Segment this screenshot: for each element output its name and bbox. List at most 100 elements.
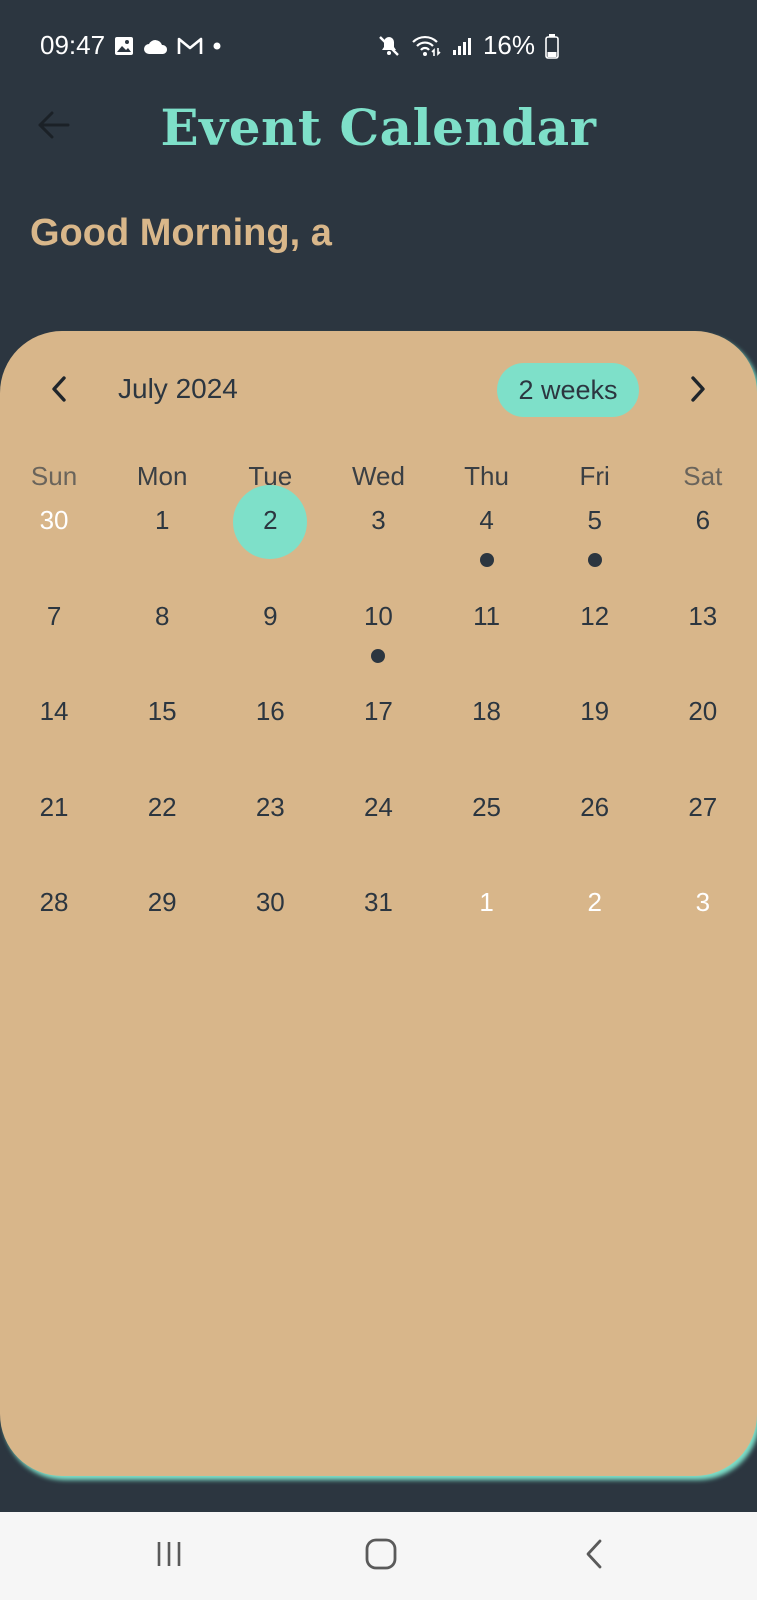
battery-icon bbox=[545, 33, 559, 59]
day-cell[interactable]: 19 bbox=[541, 682, 649, 778]
page-title: Event Calendar bbox=[160, 98, 597, 157]
week-row: 21 22 23 24 25 26 27 bbox=[0, 778, 757, 874]
day-number: 2 bbox=[587, 887, 602, 917]
week-row: 30 1 2 3 4 5 6 bbox=[0, 485, 757, 587]
chevron-right-icon bbox=[688, 375, 708, 408]
day-cell[interactable]: 1 bbox=[108, 491, 216, 587]
day-cell[interactable]: 30 bbox=[0, 491, 108, 587]
day-number: 3 bbox=[371, 505, 386, 535]
calendar-header: July 2024 2 weeks bbox=[0, 331, 757, 451]
day-number: 25 bbox=[472, 791, 502, 822]
status-left: 09:47 bbox=[40, 30, 223, 61]
mute-icon bbox=[377, 34, 401, 58]
day-cell[interactable]: 9 bbox=[216, 587, 324, 683]
event-marker bbox=[587, 553, 602, 567]
home-icon bbox=[364, 1537, 398, 1576]
day-number: 6 bbox=[695, 505, 711, 535]
day-cell[interactable]: 4 bbox=[433, 491, 541, 587]
day-cell[interactable]: 22 bbox=[108, 778, 216, 874]
calendar-grid: 30 1 2 3 4 5 6 7 8 9 10 11 12 13 14 15 16 17 18 19 20 21 22 23 2… bbox=[0, 485, 757, 969]
day-number: 20 bbox=[688, 696, 718, 726]
event-marker bbox=[479, 553, 494, 567]
day-number: 24 bbox=[363, 791, 393, 822]
day-number: 16 bbox=[255, 696, 285, 726]
system-back-button[interactable] bbox=[566, 1532, 622, 1580]
week-row: 7 8 9 10 11 12 13 bbox=[0, 587, 757, 683]
day-cell[interactable]: 17 bbox=[324, 682, 432, 778]
day-cell[interactable]: 29 bbox=[108, 873, 216, 969]
next-month-button[interactable] bbox=[676, 369, 720, 413]
recent-apps-icon bbox=[153, 1540, 185, 1573]
day-cell[interactable]: 7 bbox=[0, 587, 108, 683]
day-number: 18 bbox=[472, 696, 502, 726]
day-cell[interactable]: 24 bbox=[324, 778, 432, 874]
day-cell[interactable]: 18 bbox=[433, 682, 541, 778]
day-number: 22 bbox=[147, 791, 177, 822]
day-number: 2 bbox=[263, 505, 278, 535]
day-number: 12 bbox=[580, 600, 610, 631]
status-bar: 09:47 16% bbox=[0, 0, 757, 92]
day-cell-today[interactable]: 2 bbox=[216, 485, 324, 587]
status-right: 16% bbox=[377, 30, 559, 61]
day-number: 26 bbox=[580, 791, 610, 822]
day-cell[interactable]: 3 bbox=[649, 873, 757, 969]
status-time: 09:47 bbox=[40, 30, 106, 60]
day-cell[interactable]: 21 bbox=[0, 778, 108, 874]
day-number: 8 bbox=[154, 600, 170, 631]
recent-apps-button[interactable] bbox=[141, 1532, 197, 1580]
day-cell[interactable]: 6 bbox=[649, 491, 757, 587]
day-number: 30 bbox=[39, 505, 69, 535]
day-cell[interactable]: 16 bbox=[216, 682, 324, 778]
day-cell[interactable]: 5 bbox=[541, 491, 649, 587]
day-cell[interactable]: 28 bbox=[0, 873, 108, 969]
day-number: 5 bbox=[587, 505, 602, 535]
day-number: 21 bbox=[39, 791, 69, 822]
prev-month-button[interactable] bbox=[37, 369, 81, 413]
day-number: 9 bbox=[263, 600, 278, 631]
day-cell[interactable]: 25 bbox=[433, 778, 541, 874]
day-number: 3 bbox=[695, 887, 711, 917]
day-cell[interactable]: 13 bbox=[649, 587, 757, 683]
day-cell[interactable]: 26 bbox=[541, 778, 649, 874]
day-cell[interactable]: 27 bbox=[649, 778, 757, 874]
day-number: 13 bbox=[688, 600, 718, 631]
gmail-icon bbox=[177, 36, 203, 56]
day-cell[interactable]: 30 bbox=[216, 873, 324, 969]
day-cell[interactable]: 12 bbox=[541, 587, 649, 683]
day-cell[interactable]: 10 bbox=[324, 587, 432, 683]
home-button[interactable] bbox=[353, 1532, 409, 1580]
month-title: July 2024 bbox=[118, 373, 238, 404]
day-cell[interactable]: 1 bbox=[433, 873, 541, 969]
gallery-icon bbox=[113, 35, 135, 57]
day-cell[interactable]: 11 bbox=[433, 587, 541, 683]
day-cell[interactable]: 20 bbox=[649, 682, 757, 778]
day-cell[interactable]: 2 bbox=[541, 873, 649, 969]
day-number: 1 bbox=[479, 887, 494, 917]
day-number: 31 bbox=[363, 887, 393, 917]
day-number: 30 bbox=[255, 887, 285, 917]
cloud-icon bbox=[143, 37, 169, 55]
day-number: 4 bbox=[479, 505, 494, 535]
day-number: 7 bbox=[46, 600, 62, 631]
day-number: 15 bbox=[147, 696, 177, 726]
signal-icon bbox=[451, 35, 473, 57]
event-marker bbox=[371, 648, 386, 663]
notification-dot-icon bbox=[211, 40, 223, 52]
day-cell[interactable]: 14 bbox=[0, 682, 108, 778]
day-number: 28 bbox=[39, 887, 69, 917]
day-cell[interactable]: 3 bbox=[324, 491, 432, 587]
greeting-text: Good Morning, a bbox=[30, 212, 332, 254]
day-cell[interactable]: 8 bbox=[108, 587, 216, 683]
day-number: 10 bbox=[363, 600, 393, 631]
battery-level: 16% bbox=[482, 30, 535, 60]
week-row: 14 15 16 17 18 19 20 bbox=[0, 682, 757, 778]
day-cell[interactable]: 15 bbox=[108, 682, 216, 778]
format-toggle-button[interactable]: 2 weeks bbox=[497, 363, 639, 417]
day-number: 19 bbox=[580, 696, 610, 726]
day-number: 17 bbox=[363, 696, 393, 726]
day-number: 29 bbox=[147, 887, 177, 917]
day-number: 11 bbox=[473, 600, 501, 631]
day-number: 23 bbox=[255, 791, 285, 822]
day-cell[interactable]: 23 bbox=[216, 778, 324, 874]
day-cell[interactable]: 31 bbox=[324, 873, 432, 969]
